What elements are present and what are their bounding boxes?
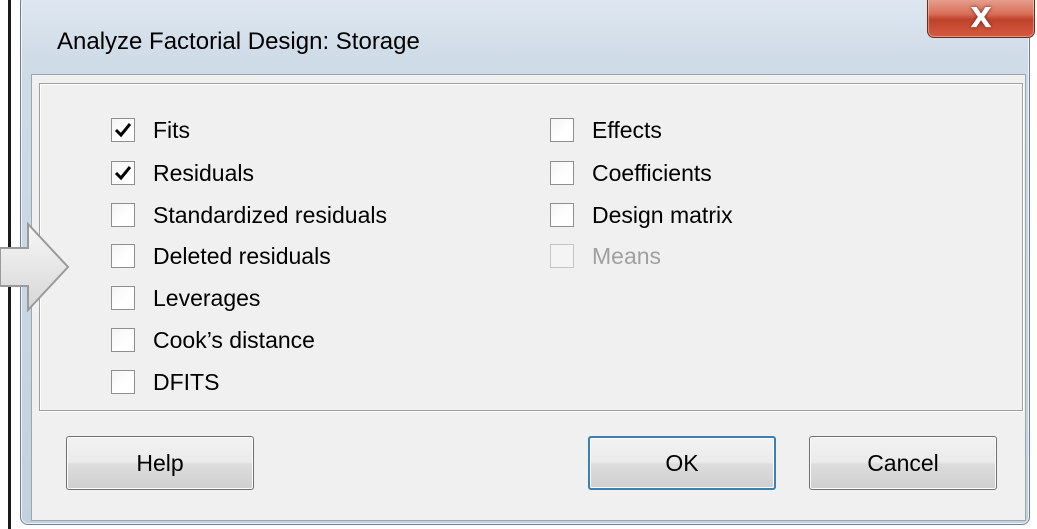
checkbox-dfits[interactable]: DFITS (111, 366, 219, 398)
cancel-button[interactable]: Cancel (809, 436, 997, 490)
checkbox-leverages[interactable]: Leverages (111, 282, 260, 314)
checkbox-label: DFITS (153, 368, 220, 395)
checkbox-box[interactable] (111, 161, 135, 185)
checkbox-box[interactable] (111, 286, 135, 310)
checkbox-deleted-residuals[interactable]: Deleted residuals (111, 240, 331, 272)
checkbox-box[interactable] (111, 203, 135, 227)
arrow-right-icon (0, 222, 70, 312)
checkbox-box[interactable] (550, 161, 574, 185)
checkbox-design-matrix[interactable]: Design matrix (550, 199, 733, 231)
checkbox-fits[interactable]: Fits (111, 114, 190, 146)
checkbox-box[interactable] (111, 244, 135, 268)
checkbox-label: Deleted residuals (153, 242, 331, 269)
title-bar[interactable]: Analyze Factorial Design: Storage X (20, 0, 1035, 82)
checkbox-label: Means (592, 242, 662, 269)
help-button[interactable]: Help (66, 436, 254, 490)
checkbox-label: Residuals (153, 159, 254, 186)
checkbox-box[interactable] (550, 118, 574, 142)
checkbox-effects[interactable]: Effects (550, 114, 662, 146)
checkmark-icon (114, 166, 132, 181)
checkbox-label: Leverages (153, 284, 261, 311)
page: Analyze Factorial Design: Storage X Fits… (0, 0, 1037, 529)
checkbox-residuals[interactable]: Residuals (111, 157, 254, 189)
checkbox-cooks-distance[interactable]: Cook’s distance (111, 324, 315, 356)
ok-button[interactable]: OK (588, 436, 776, 490)
checkbox-box (550, 244, 574, 268)
checkbox-label: Effects (592, 116, 662, 143)
checkbox-label: Fits (153, 116, 191, 143)
checkbox-label: Standardized residuals (153, 201, 387, 228)
checkbox-label: Cook’s distance (153, 326, 315, 353)
checkbox-coefficients[interactable]: Coefficients (550, 157, 712, 189)
checkbox-box[interactable] (550, 203, 574, 227)
checkbox-label: Design matrix (592, 201, 733, 228)
checkbox-box[interactable] (111, 118, 135, 142)
close-icon: X (970, 0, 992, 34)
checkbox-label: Coefficients (592, 159, 712, 186)
checkbox-box[interactable] (111, 370, 135, 394)
window-title: Analyze Factorial Design: Storage (57, 28, 420, 55)
checkbox-means: Means (550, 240, 661, 272)
checkmark-icon (114, 123, 132, 138)
close-button[interactable]: X (927, 0, 1035, 38)
checkbox-box[interactable] (111, 328, 135, 352)
checkbox-standardized-residuals[interactable]: Standardized residuals (111, 199, 387, 231)
